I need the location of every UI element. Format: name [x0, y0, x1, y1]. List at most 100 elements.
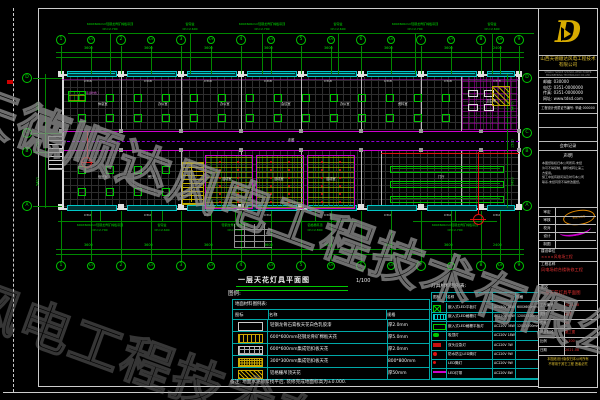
annotation-leader-bottom [235, 211, 236, 221]
legend-spec: 800*800mm [386, 356, 430, 367]
ceiling-light [134, 114, 142, 122]
meta-value: 2021.08 [564, 346, 597, 356]
ceiling-light [78, 114, 86, 122]
contact-line: 网址: www.tdsd.com [543, 96, 597, 102]
grid-dense-icon [238, 358, 263, 367]
ceiling-annotation-bottom: 窗帘盒Ch=2.600 [120, 221, 204, 233]
ceiling-light [106, 94, 114, 102]
column-corridor-lower [299, 148, 303, 152]
legend-power: AC220V 9W [492, 350, 516, 359]
ceiling-light [386, 94, 394, 102]
window-label: C318 [144, 80, 152, 83]
window-bottom [67, 205, 117, 211]
grille-light-bar-line [392, 183, 500, 184]
partition-wall-bottom-band [361, 151, 362, 208]
legend-spec: 1200X300mm [515, 322, 539, 331]
emergency-icon [433, 343, 441, 347]
dim-line-left [45, 74, 46, 208]
fixture [468, 104, 478, 111]
legend-name: 双头应急灯 [446, 341, 493, 350]
dim-value-left: 1500 [37, 139, 40, 148]
annotation-line: Ch=2.800 [273, 228, 357, 233]
corridor-wall-upper [62, 131, 519, 132]
legend-row-divider [432, 378, 538, 379]
dim-value-top: 3600 [444, 47, 453, 50]
room-label: 办公室 [340, 103, 350, 106]
partition-wall-top-band [421, 76, 422, 131]
column-bottom [118, 204, 124, 210]
owner-label: 建设单位 [541, 249, 555, 253]
grille-ceiling-room [205, 155, 253, 209]
dim-value-right: 1500 [512, 139, 515, 148]
annotation-leader-bottom [455, 211, 456, 221]
downlight-icon [433, 361, 436, 364]
annotation-line: Ch=2.600 [296, 27, 380, 32]
signature-table: 审图专用章 审定审核校对设计制图 [539, 208, 597, 249]
grid-bubble: 1/7 [447, 262, 455, 270]
grid-bubble: 8 [476, 35, 486, 45]
window-top [247, 71, 297, 77]
annotation-line: Ch=2.700 [413, 228, 497, 233]
room-label: 资料室 [398, 103, 408, 106]
ceiling-annotation-top: 600X600mm轻钢龙骨矿棉板吊顶Ch=2.700 [373, 22, 457, 34]
grid-bubble: D [522, 73, 532, 83]
grid-bubble: 1/7 [447, 36, 455, 44]
ceiling-light [414, 94, 422, 102]
ceiling-light [302, 114, 310, 122]
column-corridor-lower [179, 148, 183, 152]
blank-box-2 [539, 128, 597, 142]
grid-bubble: 6 [356, 35, 366, 45]
dim-line-top-2 [56, 57, 524, 58]
grid-bubble: C [22, 128, 32, 138]
company-name-cn: 山西天德顺达风电工程技术有限公司 [539, 56, 597, 71]
dim-value-bottom: 2400 [493, 244, 502, 247]
sign-cell [556, 240, 596, 249]
downlight-wp-icon [433, 352, 437, 356]
detail-marker-line [470, 219, 486, 220]
annotation-leader-top [415, 33, 416, 74]
dim-value-top: 3600 [324, 47, 333, 50]
grid-bubble: 1/6 [387, 262, 395, 270]
red-ref-line-right [478, 152, 479, 214]
plan-title-underline [236, 286, 348, 291]
downlight [270, 177, 272, 179]
column-corridor-lower [239, 148, 243, 152]
grid-bubble: 7 [416, 261, 426, 271]
legend-spec [515, 350, 539, 359]
annotation-leader-bottom [315, 211, 316, 221]
legend-header: 图标 [432, 293, 447, 301]
sign-label: 制图 [539, 240, 556, 249]
grid-leader-top [519, 46, 520, 74]
ceiling-annotation-bottom: 铝格栅吊顶Ch=2.800 [273, 221, 357, 233]
downlight [321, 177, 323, 179]
downlight [288, 193, 290, 195]
detail-marker-line [81, 162, 93, 163]
legend-name: LED灯带 [446, 369, 493, 378]
grid-bubble: 1/1 [87, 36, 95, 44]
downlight [270, 193, 272, 195]
downlight [219, 193, 221, 195]
downlight [339, 201, 341, 203]
grid-leader-top [121, 46, 122, 74]
room-label: 活动室 [326, 178, 336, 181]
grid-bubble: 1/6 [387, 36, 395, 44]
ceiling-annotation-top: 窗帘盒Ch=2.600 [296, 22, 380, 34]
grid-bubble: 1/8 [496, 36, 504, 44]
ceiling-light [218, 94, 226, 102]
legend-name: 600*600mm轻钢龙骨矿棉板天花 [267, 332, 388, 343]
grille-light-bar-line [392, 198, 500, 199]
ceiling-light [358, 114, 366, 122]
room-label: 活动室 [274, 178, 284, 181]
grid-leader-top [61, 46, 62, 74]
ceiling-light [134, 166, 142, 174]
legend-name: 铝格栅吊顶天花 [267, 368, 388, 379]
grid-leader-top [181, 46, 182, 74]
dim-value-bottom: 3600 [84, 244, 93, 247]
column-corridor-lower [419, 148, 423, 152]
grid-bubble: 1/4 [267, 36, 275, 44]
legend-name: 嵌入式LED平板灯 [446, 303, 493, 312]
ceiling-light [162, 166, 170, 174]
company-contact: 邮编: 030000电话: 0351-0000000传真: 0351-00000… [539, 78, 597, 104]
downlight [270, 185, 272, 187]
downlight [219, 177, 221, 179]
